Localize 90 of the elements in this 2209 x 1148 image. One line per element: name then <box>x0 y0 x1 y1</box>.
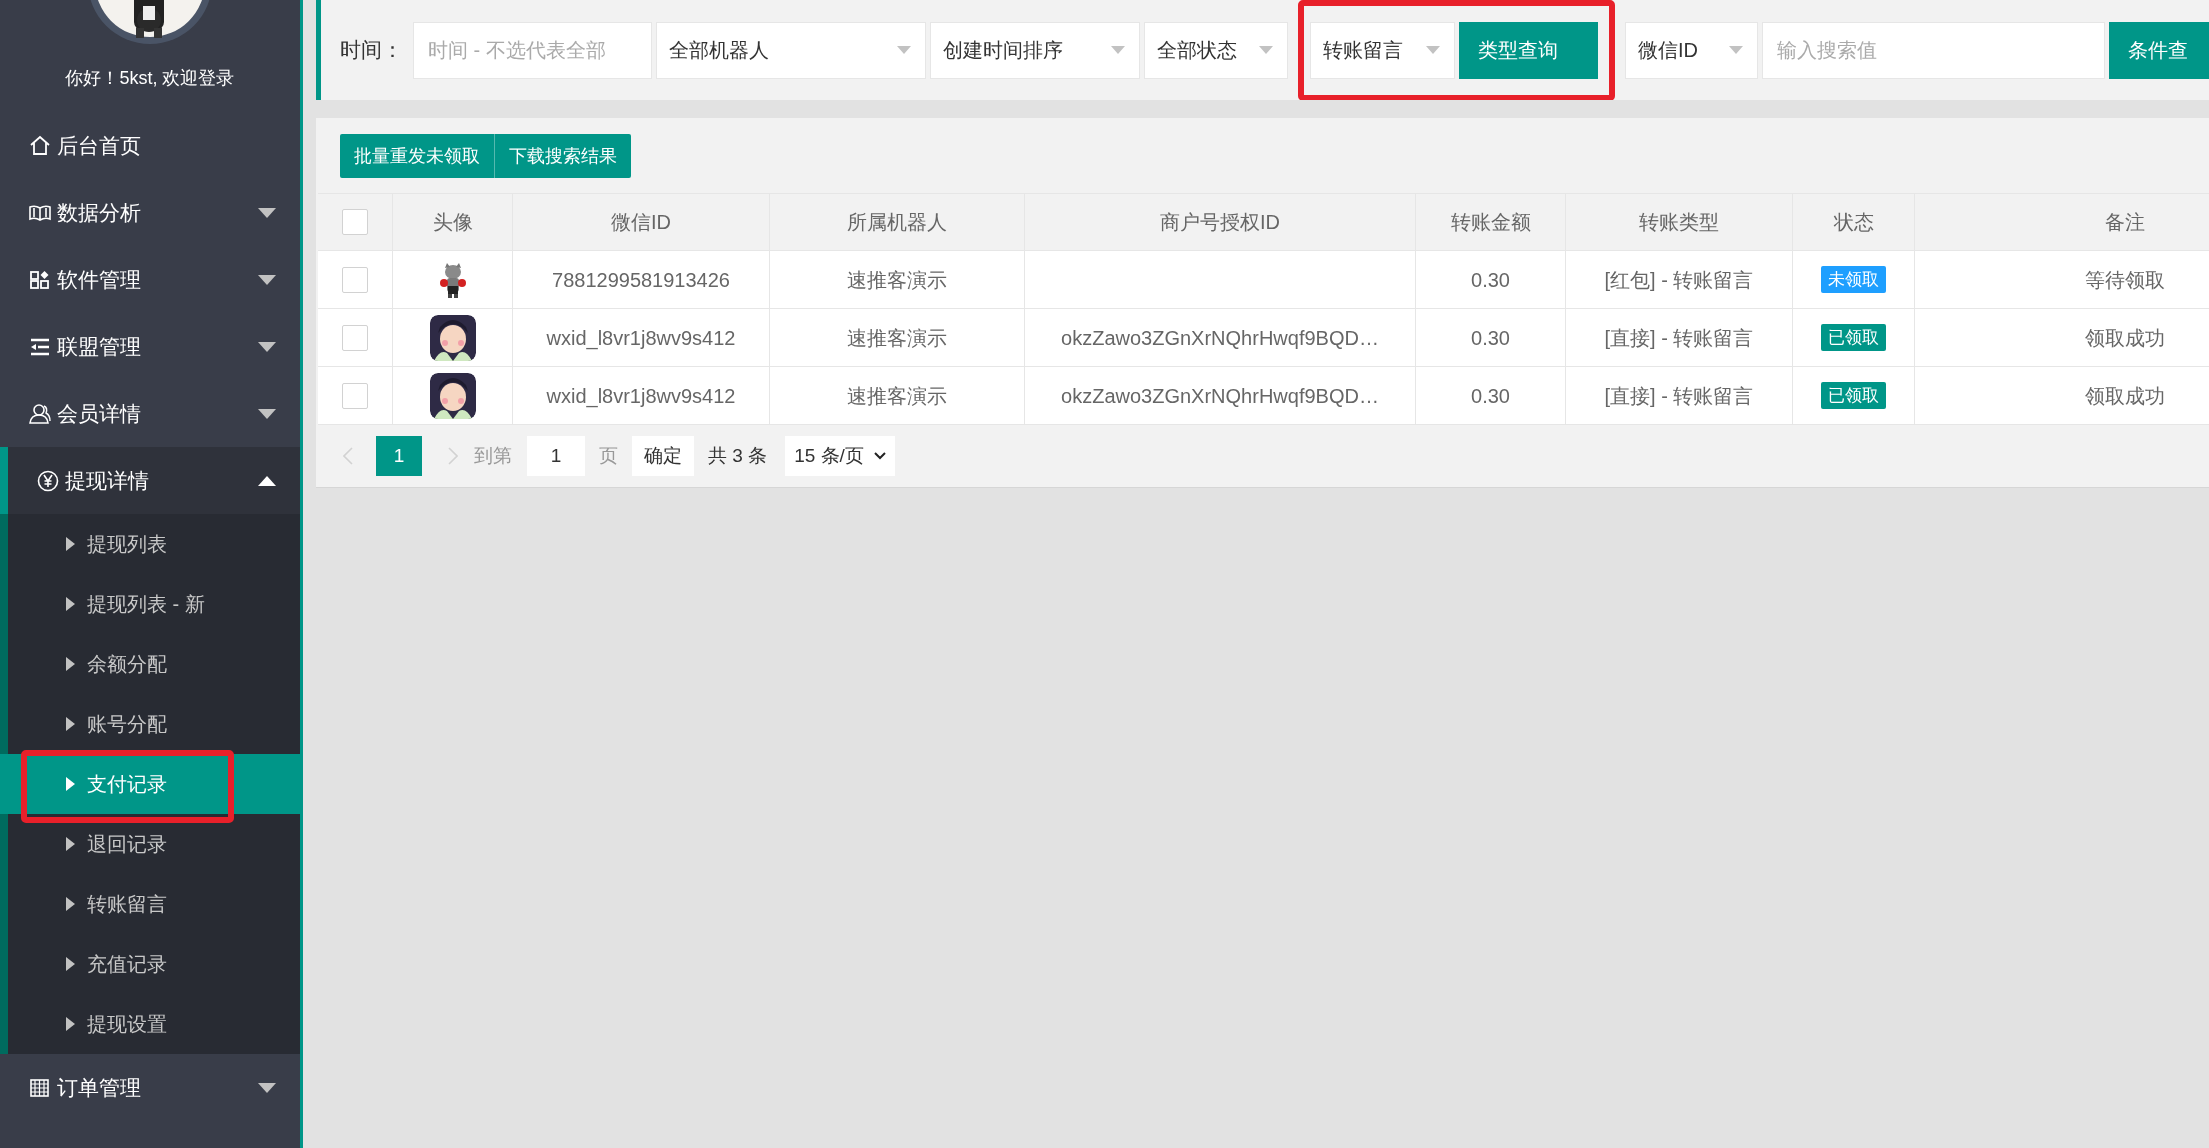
select-field[interactable]: 全部机器人 <box>656 21 926 79</box>
column-header: 商户号授权ID <box>1160 210 1280 235</box>
goto-label: 到第 <box>474 443 512 468</box>
caret-right-icon <box>66 1017 75 1031</box>
action-button[interactable]: 批量重发未领取 <box>340 134 494 178</box>
sidebar-menu-item[interactable]: 订单管理 <box>0 1054 300 1121</box>
grid-icon <box>29 1076 51 1099</box>
caret-right-icon <box>66 957 75 971</box>
wechat-id-cell-text: wxid_l8vr1j8wv9s412 <box>546 325 736 352</box>
remark-cell-text: 领取成功 <box>2085 325 2165 351</box>
greeting-text: 你好！5kst, 欢迎登录 <box>65 66 235 90</box>
next-page-icon <box>448 447 458 465</box>
status-badge: 未领取 <box>1821 265 1886 294</box>
wechat-id-cell-text: 7881299581913426 <box>552 267 730 293</box>
submenu-item[interactable]: 账号分配 <box>8 694 300 754</box>
robot-cell-text: 速推客演示 <box>847 383 947 409</box>
caret-right-icon <box>66 837 75 851</box>
filter-label: 时间： <box>340 37 403 64</box>
status-badge: 已领取 <box>1821 323 1886 352</box>
submenu-item[interactable]: 余额分配 <box>8 634 300 694</box>
action-button[interactable]: 下载搜索结果 <box>494 134 631 178</box>
date-range-field[interactable]: 时间 - 不选代表全部 <box>413 21 652 79</box>
submenu-item[interactable]: 提现列表 - 新 <box>8 574 300 634</box>
transfer-type-cell-text: [直接] - 转账留言 <box>1604 325 1754 351</box>
column-header: 转账类型 <box>1639 210 1719 235</box>
amount-cell-text: 0.30 <box>1471 325 1510 351</box>
caret-right-icon <box>66 597 75 611</box>
page-suffix: 页 <box>599 443 618 468</box>
column-header: 转账金额 <box>1450 210 1531 235</box>
remark-cell-text: 领取成功 <box>2085 383 2165 409</box>
checkbox[interactable] <box>342 209 368 235</box>
submenu-item[interactable]: 充值记录 <box>8 934 300 994</box>
submenu-item[interactable]: 退回记录 <box>8 814 300 874</box>
search-field[interactable]: 输入搜索值 <box>1762 21 2105 79</box>
merchant-id-cell-text: okzZawo3ZGnXrNQhrHwqf9BQD… <box>1061 383 1379 409</box>
total-count: 共 3 条 <box>708 443 768 468</box>
yen-circle-icon <box>37 469 59 492</box>
page-button[interactable]: 1 <box>376 436 422 476</box>
previous-page-icon <box>343 447 353 465</box>
home-icon <box>29 134 51 157</box>
robot-cell-text: 速推客演示 <box>847 267 947 293</box>
query-button[interactable]: 条件查 <box>2109 21 2209 79</box>
robot-cell-text: 速推客演示 <box>847 325 947 351</box>
column-header: 所属机器人 <box>847 210 947 235</box>
column-header: 头像 <box>432 210 473 235</box>
caret-down-icon <box>897 46 911 54</box>
checkbox[interactable] <box>342 382 368 409</box>
caret-right-icon <box>66 537 75 551</box>
remark-cell-text: 等待领取 <box>2085 267 2165 293</box>
transfer-type-cell-text: [红包] - 转账留言 <box>1604 267 1754 293</box>
select-field[interactable]: 全部状态 <box>1144 21 1288 79</box>
status-badge: 已领取 <box>1821 381 1886 410</box>
wechat-id-cell-text: wxid_l8vr1j8wv9s412 <box>546 383 736 410</box>
caret-down-icon <box>1729 46 1743 54</box>
sidebar-menu-item[interactable]: 软件管理 <box>0 246 300 313</box>
column-header: 备注 <box>2104 210 2145 235</box>
chevron-down-icon <box>873 452 886 460</box>
confirm-button[interactable]: 确定 <box>632 436 694 476</box>
sidebar-menu-item[interactable]: 提现详情 <box>0 447 300 514</box>
merchant-id-cell-text: okzZawo3ZGnXrNQhrHwqf9BQD… <box>1061 325 1379 351</box>
user-icon <box>29 402 51 425</box>
submenu-item[interactable]: 支付记录 <box>0 754 300 814</box>
sidebar-menu-item[interactable]: 联盟管理 <box>0 313 300 380</box>
select-field[interactable]: 创建时间排序 <box>930 21 1140 79</box>
checkbox[interactable] <box>342 324 368 351</box>
caret-down-icon <box>1259 46 1273 54</box>
sidebar-menu-item[interactable]: 后台首页 <box>0 112 300 179</box>
submenu-item[interactable]: 提现列表 <box>8 514 300 574</box>
select-field[interactable]: 转账留言 <box>1310 21 1455 79</box>
checkbox[interactable] <box>342 266 368 293</box>
caret-right-icon <box>66 657 75 671</box>
sidebar-menu-item[interactable]: 会员详情 <box>0 380 300 447</box>
amount-cell-text: 0.30 <box>1471 267 1510 293</box>
amount-cell-text: 0.30 <box>1471 383 1510 409</box>
submenu-item[interactable]: 转账留言 <box>8 874 300 934</box>
transfer-type-cell-text: [直接] - 转账留言 <box>1604 383 1754 409</box>
column-header: 状态 <box>1833 210 1874 235</box>
caret-down-icon <box>1111 46 1125 54</box>
caret-right-icon <box>66 717 75 731</box>
caret-right-icon <box>66 897 75 911</box>
sidebar-menu-item[interactable]: 数据分析 <box>0 179 300 246</box>
caret-right-icon <box>66 777 75 791</box>
page-size-select[interactable]: 15 条/页 <box>785 436 895 476</box>
select-field[interactable]: 微信ID <box>1625 21 1758 79</box>
caret-down-icon <box>1426 46 1440 54</box>
submenu-item[interactable]: 提现设置 <box>8 994 300 1054</box>
apps-icon <box>29 268 51 291</box>
query-button[interactable]: 类型查询 <box>1459 21 1598 79</box>
column-header: 微信ID <box>611 210 671 235</box>
page-number-field[interactable]: 1 <box>527 436 585 476</box>
